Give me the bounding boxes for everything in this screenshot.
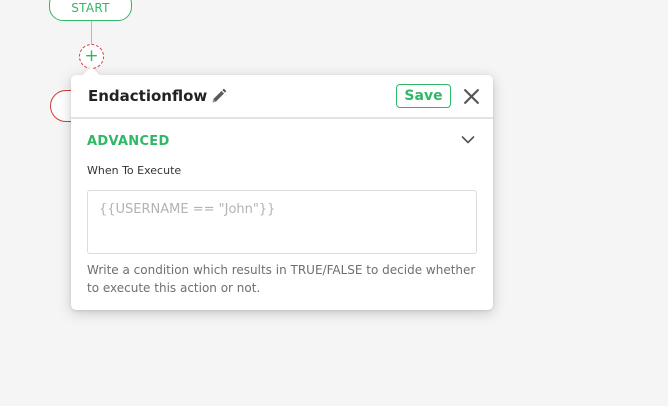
start-node[interactable]: START [49, 0, 132, 21]
plus-icon: + [84, 46, 99, 66]
chevron-down-icon[interactable] [461, 135, 475, 145]
action-title: Endactionflow [88, 87, 208, 105]
action-config-panel: Endactionflow Save ADVANCED When To Exec… [71, 66, 493, 310]
panel-header: Endactionflow Save [71, 75, 493, 119]
close-icon[interactable] [463, 88, 480, 105]
add-step-button[interactable]: + [79, 44, 104, 69]
advanced-section-header[interactable]: ADVANCED [87, 134, 170, 149]
save-button[interactable]: Save [396, 84, 451, 108]
pencil-icon[interactable] [210, 88, 227, 105]
condition-input[interactable] [87, 190, 477, 254]
condition-help-text: Write a condition which results in TRUE/… [87, 263, 476, 295]
start-node-label: START [71, 1, 110, 15]
when-to-execute-label: When To Execute [87, 164, 182, 177]
flow-connector [91, 21, 92, 44]
